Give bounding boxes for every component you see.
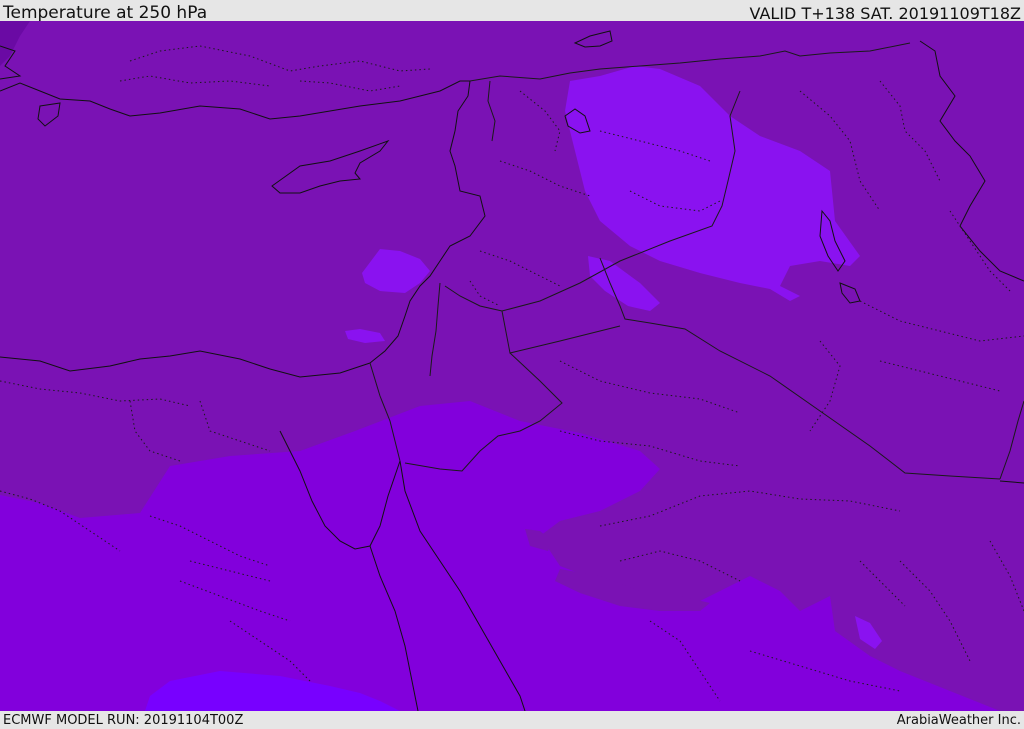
weather-map[interactable] — [0, 21, 1024, 711]
footer-bar: ECMWF MODEL RUN: 20191104T00Z ArabiaWeat… — [0, 711, 1024, 729]
model-run-label: ECMWF MODEL RUN: 20191104T00Z — [3, 713, 244, 728]
map-canvas — [0, 21, 1024, 711]
credit-label: ArabiaWeather Inc. — [896, 713, 1021, 728]
header-bar: Temperature at 250 hPa VALID T+138 SAT. … — [0, 0, 1024, 23]
